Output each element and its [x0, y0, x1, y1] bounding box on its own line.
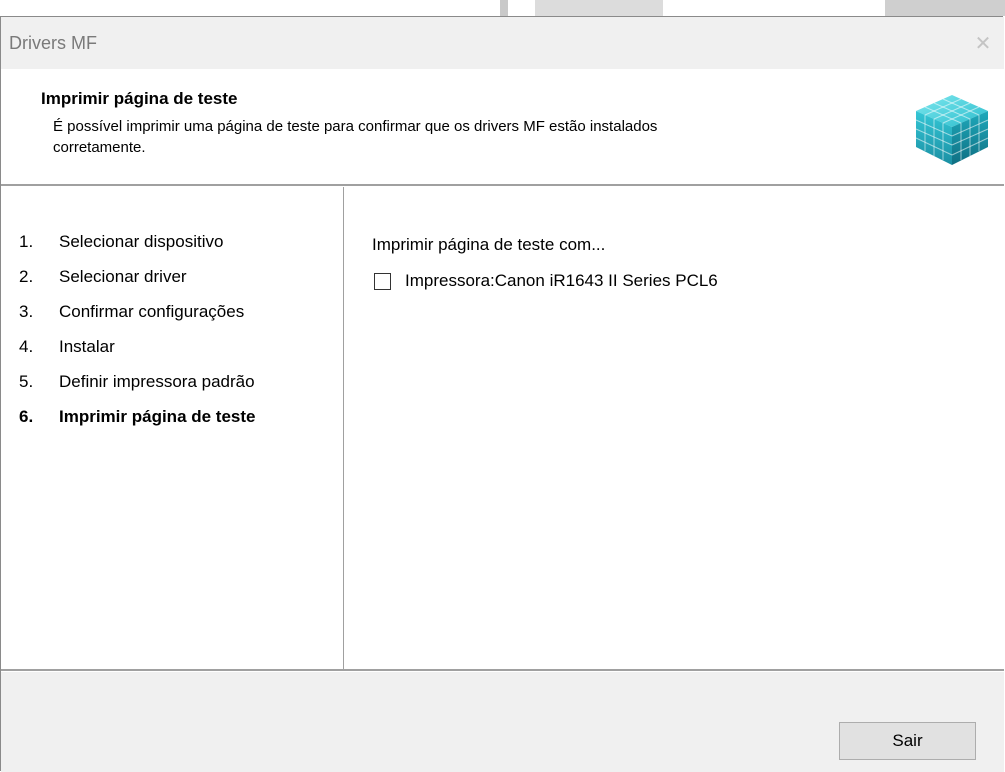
step-item: 1. Selecionar dispositivo: [19, 231, 256, 266]
step-item: 3. Confirmar configurações: [19, 301, 256, 336]
printer-label[interactable]: Impressora:Canon iR1643 II Series PCL6: [405, 271, 718, 291]
step-number: 1.: [19, 232, 34, 251]
step-label: Imprimir página de teste: [59, 407, 256, 426]
wizard-steps-panel: 1. Selecionar dispositivo 2. Selecionar …: [1, 187, 343, 669]
step-label: Selecionar dispositivo: [59, 232, 224, 251]
close-button[interactable]: ✕: [968, 29, 998, 57]
step-number: 3.: [19, 302, 34, 321]
printer-option[interactable]: Impressora:Canon iR1643 II Series PCL6: [374, 271, 718, 291]
step-label: Selecionar driver: [59, 267, 187, 286]
wizard-header: Imprimir página de teste É possível impr…: [1, 69, 1004, 184]
step-number: 4.: [19, 337, 34, 356]
background-window-fragment: [885, 0, 1005, 16]
steps-list: 1. Selecionar dispositivo 2. Selecionar …: [19, 231, 256, 441]
step-item: 2. Selecionar driver: [19, 266, 256, 301]
title-bar[interactable]: Drivers MF ✕: [1, 17, 1004, 69]
canon-cube-icon: [915, 95, 989, 165]
wizard-footer: Sair: [1, 672, 1004, 772]
step-item: 5. Definir impressora padrão: [19, 371, 256, 406]
step-number: 6.: [19, 407, 34, 426]
step-number: 2.: [19, 267, 34, 286]
header-title: Imprimir página de teste: [41, 89, 238, 108]
step-number: 5.: [19, 372, 34, 391]
step-label: Confirmar configurações: [59, 302, 245, 321]
step-item: 4. Instalar: [19, 336, 256, 371]
printer-checkbox[interactable]: [374, 272, 391, 290]
header-description: É possível imprimir uma página de teste …: [53, 118, 658, 156]
background-window-fragment: [535, 0, 663, 16]
step-label: Instalar: [59, 337, 115, 356]
exit-button[interactable]: Sair: [839, 722, 976, 760]
close-icon: ✕: [974, 32, 992, 55]
background-window-fragment: [500, 0, 508, 16]
print-test-label: Imprimir página de teste com...: [372, 235, 606, 254]
step-label: Definir impressora padrão: [59, 372, 255, 391]
window-title: Drivers MF: [9, 33, 97, 53]
wizard-content: Imprimir página de teste com... Impresso…: [344, 187, 1004, 669]
step-item-current: 6. Imprimir página de teste: [19, 406, 256, 441]
dialog-window: Drivers MF ✕ Imprimir página de teste É …: [0, 16, 1004, 772]
